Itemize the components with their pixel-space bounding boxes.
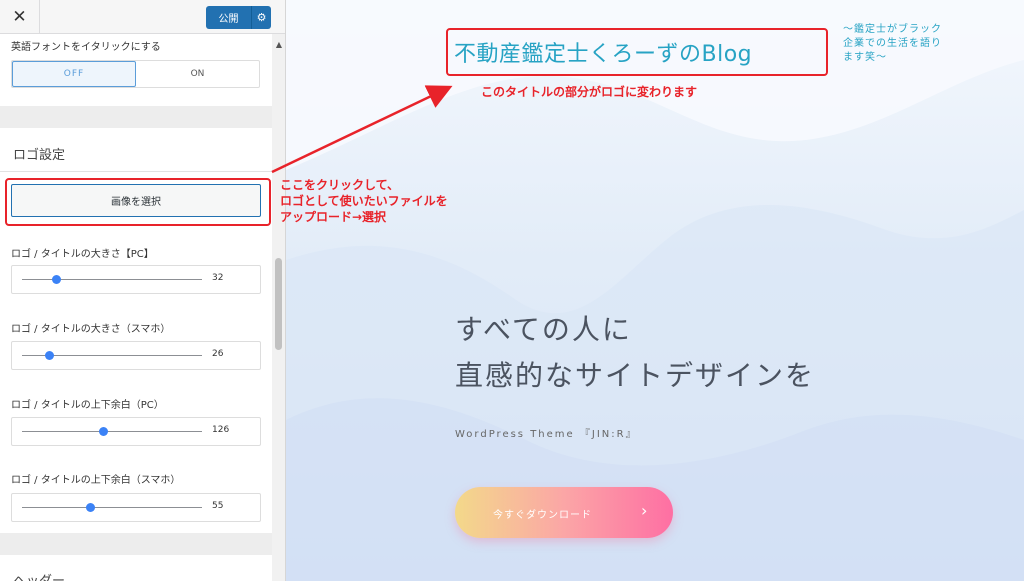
download-button[interactable]: 今すぐダウンロード › bbox=[455, 487, 673, 538]
italic-font-label: 英語フォントをイタリックにする bbox=[11, 42, 161, 53]
slider-value: 26 bbox=[212, 349, 224, 359]
logo-padding-pc-slider[interactable]: 126 bbox=[11, 417, 261, 446]
annotation-line: ロゴとして使いたいファイルを bbox=[280, 194, 448, 208]
scrollbar-thumb[interactable] bbox=[275, 258, 282, 350]
section-separator bbox=[0, 533, 272, 555]
header-section-title[interactable]: ヘッダー bbox=[13, 570, 65, 581]
customizer-sidebar: ✕ 公開 ⚙ 英語フォントをイタリックにする OFF ON ロゴ設定 画像を選択… bbox=[0, 0, 286, 581]
slider-thumb[interactable] bbox=[51, 275, 61, 284]
publish-label: 公開 bbox=[218, 14, 239, 25]
slider-thumb[interactable] bbox=[85, 503, 95, 512]
customizer-panel: 英語フォントをイタリックにする OFF ON ロゴ設定 画像を選択 ロゴ / タ… bbox=[0, 34, 272, 581]
chevron-right-icon: › bbox=[641, 501, 649, 520]
slider-thumb[interactable] bbox=[98, 427, 108, 436]
logo-size-sp-slider[interactable]: 26 bbox=[11, 341, 261, 370]
annotation-title-note: このタイトルの部分がロゴに変わります bbox=[481, 85, 698, 99]
site-tagline: 〜鑑定士がブラック企業での生活を語ります笑〜 bbox=[843, 24, 942, 63]
section-separator bbox=[0, 106, 272, 128]
download-label: 今すぐダウンロード bbox=[493, 510, 592, 521]
slider-thumb[interactable] bbox=[44, 351, 54, 360]
annotation-line: アップロード→選択 bbox=[280, 210, 387, 224]
annotation-button-box bbox=[5, 178, 271, 226]
scroll-up-icon[interactable]: ▲ bbox=[272, 38, 285, 52]
annotation-button-note: ここをクリックして、 ロゴとして使いたいファイルを アップロード→選択 bbox=[280, 177, 448, 225]
publish-button[interactable]: 公開 ⚙ bbox=[206, 6, 271, 29]
slider-track[interactable] bbox=[22, 507, 202, 508]
slider-label: ロゴ / タイトルの上下余白（PC） bbox=[11, 400, 164, 411]
customizer-header: ✕ 公開 ⚙ bbox=[0, 0, 285, 34]
toggle-off-option[interactable]: OFF bbox=[12, 61, 136, 87]
hero-heading-line1: すべての人に bbox=[455, 313, 632, 346]
hero-heading-line2: 直感的なサイトデザインを bbox=[455, 359, 816, 392]
slider-value: 126 bbox=[212, 425, 230, 435]
close-icon[interactable]: ✕ bbox=[0, 0, 40, 34]
annotation-title-box bbox=[446, 28, 828, 76]
slider-label: ロゴ / タイトルの上下余白（スマホ） bbox=[11, 475, 181, 486]
hero-subtitle: WordPress Theme 『JIN:R』 bbox=[455, 429, 638, 440]
toggle-on-option[interactable]: ON bbox=[136, 61, 259, 87]
section-divider bbox=[0, 171, 272, 172]
logo-padding-sp-slider[interactable]: 55 bbox=[11, 493, 261, 522]
annotation-line: ここをクリックして、 bbox=[280, 178, 400, 192]
slider-value: 32 bbox=[212, 273, 224, 283]
slider-label: ロゴ / タイトルの大きさ（スマホ） bbox=[11, 324, 171, 335]
italic-toggle[interactable]: OFF ON bbox=[11, 60, 260, 88]
slider-value: 55 bbox=[212, 501, 224, 511]
slider-track[interactable] bbox=[22, 431, 202, 432]
logo-size-pc-slider[interactable]: 32 bbox=[11, 265, 261, 294]
gear-icon[interactable]: ⚙ bbox=[251, 6, 271, 29]
logo-section-title: ロゴ設定 bbox=[13, 148, 66, 163]
slider-label: ロゴ / タイトルの大きさ【PC】 bbox=[11, 249, 154, 260]
slider-track[interactable] bbox=[22, 279, 202, 280]
